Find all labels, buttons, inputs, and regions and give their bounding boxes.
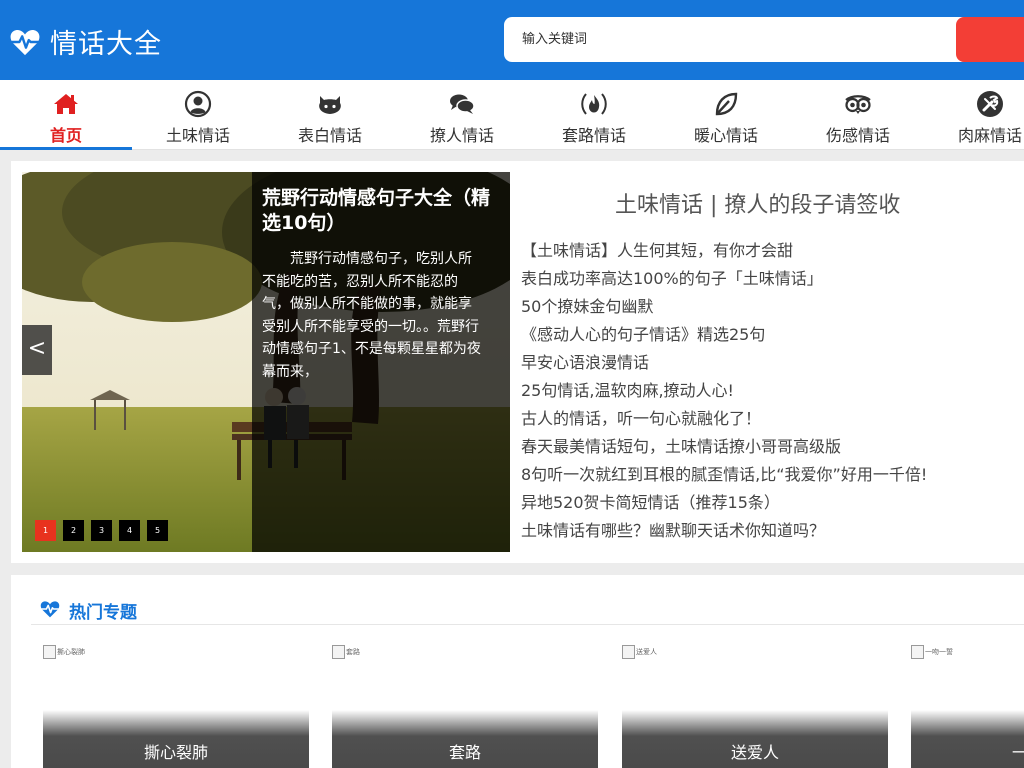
card-label: 套路	[448, 743, 481, 762]
nav-item-taolu[interactable]: 套路情话	[528, 80, 660, 150]
list-item[interactable]: 土味情话有哪些？幽默聊天话术你知道吗？	[521, 517, 1024, 545]
chat-bubbles-icon	[450, 94, 475, 114]
list-item[interactable]: 【土味情话】人生何其短，有你才会甜	[521, 237, 1024, 265]
topic-card[interactable]: 送爱人 送爱人	[622, 645, 888, 768]
github-cat-icon	[319, 96, 341, 114]
topic-image: 套路	[332, 645, 360, 659]
slider-dot[interactable]: 1	[35, 520, 56, 541]
nav-label: 表白情话	[297, 126, 362, 145]
image-alt-text: 一吻一誓	[925, 648, 953, 656]
user-icon	[184, 90, 212, 118]
topic-card[interactable]: 套路 套路	[332, 645, 598, 768]
hot-topics-panel: 热门专题 撕心裂肺 撕心裂肺 套路 套路 送爱人 送爱人 一吻一誓 一吻一誓	[11, 575, 1024, 768]
nav-label: 土味情话	[165, 126, 230, 145]
image-alt-text: 撕心裂肺	[57, 648, 85, 656]
list-item[interactable]: 50个撩妹金句幽默	[521, 293, 1024, 321]
image-slider[interactable]: 荒野行动情感句子大全（精选10句） 荒野行动情感句子，吃别人所不能吃的苦，忍别人…	[22, 172, 510, 552]
heartbeat-icon	[40, 601, 60, 618]
nav-label: 暖心情话	[693, 126, 758, 145]
slider-dot[interactable]: 2	[63, 520, 84, 541]
featured-panel: 荒野行动情感句子大全（精选10句） 荒野行动情感句子，吃别人所不能吃的苦，忍别人…	[11, 161, 1024, 563]
list-item[interactable]: 春天最美情话短句，土味情话撩小哥哥高级版	[521, 433, 1024, 461]
heartbeat-icon	[10, 29, 40, 55]
slider-pagination: 1 2 3 4 5	[35, 520, 175, 541]
card-label: 撕心裂肺	[143, 743, 208, 762]
topic-card[interactable]: 一吻一誓 一吻一誓	[911, 645, 1024, 768]
featured-title[interactable]: 土味情话 | 撩人的段子请签收	[615, 187, 1015, 219]
topic-image: 送爱人	[622, 645, 657, 659]
image-alt-text: 送爱人	[636, 648, 657, 656]
list-item[interactable]: 25句情话,温软肉麻,撩动人心!	[521, 377, 1024, 405]
card-label: 送爱人	[730, 743, 779, 762]
site-header: 情话大全	[0, 0, 1024, 80]
topic-image: 一吻一誓	[911, 645, 953, 659]
slide-title[interactable]: 荒野行动情感句子大全（精选10句）	[262, 186, 507, 236]
nav-label: 肉麻情话	[957, 126, 1022, 145]
search-bar	[504, 17, 1024, 62]
tools-icon	[977, 91, 1003, 117]
nav-item-home[interactable]: 首页	[0, 80, 132, 150]
list-item[interactable]: 8句听一次就红到耳根的腻歪情话,比“我爱你”好用一千倍!	[521, 461, 1024, 489]
nav-item-biaobai[interactable]: 表白情话	[264, 80, 396, 150]
nav-item-shanggan[interactable]: 伤感情话	[792, 80, 924, 150]
nav-item-nuanxin[interactable]: 暖心情话	[660, 80, 792, 150]
search-button[interactable]	[956, 17, 1024, 62]
section-title: 热门专题	[69, 603, 137, 623]
home-icon	[54, 94, 78, 114]
search-input[interactable]	[522, 17, 942, 62]
nav-item-liaoren[interactable]: 撩人情话	[396, 80, 528, 150]
list-item[interactable]: 古人的情话，听一句心就融化了！	[521, 405, 1024, 433]
section-header: 热门专题	[31, 587, 1024, 625]
image-alt-text: 套路	[346, 648, 360, 656]
card-label: 一吻一誓	[1011, 743, 1024, 762]
site-title: 情话大全	[50, 29, 162, 60]
slider-dot[interactable]: 4	[119, 520, 140, 541]
nav-label: 伤感情话	[825, 126, 890, 145]
topic-card[interactable]: 撕心裂肺 撕心裂肺	[43, 645, 309, 768]
fire-icon	[581, 93, 607, 115]
featured-link-list: 【土味情话】人生何其短，有你才会甜 表白成功率高达100%的句子「土味情话」 5…	[521, 237, 1024, 545]
topic-image: 撕心裂肺	[43, 645, 85, 659]
nav-label: 撩人情话	[429, 126, 494, 145]
list-item[interactable]: 异地520贺卡简短情话（推荐15条）	[521, 489, 1024, 517]
list-item[interactable]: 表白成功率高达100%的句子「土味情话」	[521, 265, 1024, 293]
slider-dot[interactable]: 5	[147, 520, 168, 541]
slide-description: 荒野行动情感句子，吃别人所不能吃的苦，忍别人所不能忍的气，做别人所不能做的事，就…	[262, 251, 481, 380]
nav-item-rouma[interactable]: 肉麻情话	[924, 80, 1024, 150]
slider-dot[interactable]: 3	[91, 520, 112, 541]
main-nav: 首页 土味情话 表白情话 撩人情话 套路情话 暖心情话 伤感情话 肉麻情话	[0, 80, 1024, 150]
slider-prev-button[interactable]: <	[22, 325, 52, 375]
nav-label: 首页	[49, 126, 82, 145]
slide-caption[interactable]: 荒野行动情感句子大全（精选10句） 荒野行动情感句子，吃别人所不能吃的苦，忍别人…	[252, 172, 510, 552]
leaf-icon	[715, 92, 738, 116]
tripadvisor-owl-icon	[845, 95, 871, 114]
site-logo[interactable]: 情话大全	[10, 22, 162, 61]
nav-label: 套路情话	[561, 126, 626, 145]
nav-item-tuwei[interactable]: 土味情话	[132, 80, 264, 150]
list-item[interactable]: 早安心语浪漫情话	[521, 349, 1024, 377]
list-item[interactable]: 《感动人心的句子情话》精选25句	[521, 321, 1024, 349]
